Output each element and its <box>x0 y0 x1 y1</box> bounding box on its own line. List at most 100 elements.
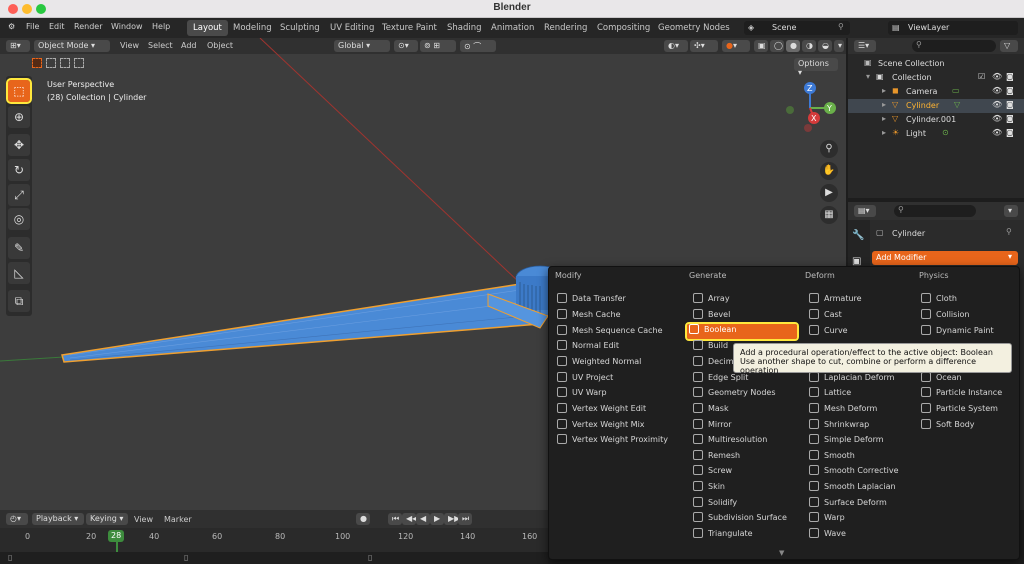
tab-geometry-nodes[interactable]: Geometry Nodes <box>652 20 736 36</box>
menu-item-mirror[interactable]: Mirror <box>693 419 732 434</box>
camera-data-icon[interactable]: ▭ <box>952 86 960 95</box>
menu-item-curve[interactable]: Curve <box>809 325 848 340</box>
play-button[interactable]: ▶ <box>430 513 444 525</box>
menu-item-vertex-weight-edit[interactable]: Vertex Weight Edit <box>557 403 646 418</box>
eye-icon[interactable]: 👁 <box>992 86 1002 95</box>
menu-item-soft-body[interactable]: Soft Body <box>921 419 975 434</box>
annotate-tool[interactable]: ✎ <box>8 237 30 259</box>
tab-sculpting[interactable]: Sculpting <box>274 20 326 36</box>
add-cube-tool[interactable]: ⧉ <box>8 290 30 312</box>
menu-file[interactable]: File <box>26 22 39 31</box>
menu-item-build[interactable]: Build <box>693 340 728 355</box>
blender-logo-icon[interactable]: ⚙ <box>8 22 15 31</box>
scroll-down-icon[interactable]: ▼ <box>779 549 784 557</box>
menu-render[interactable]: Render <box>74 22 102 31</box>
menu-item-normal-edit[interactable]: Normal Edit <box>557 340 619 355</box>
transform-tool[interactable]: ◎ <box>8 208 30 230</box>
select-box-tool[interactable]: ⬚ <box>6 78 32 104</box>
zoom-icon[interactable]: ⚲ <box>820 140 838 158</box>
outliner-filter-button[interactable]: ▽ <box>1000 40 1018 52</box>
menu-item-multiresolution[interactable]: Multiresolution <box>693 434 767 449</box>
menu-item-mesh-sequence-cache[interactable]: Mesh Sequence Cache <box>557 325 663 340</box>
tab-compositing[interactable]: Compositing <box>591 20 656 36</box>
scene-selector[interactable]: ◈ Scene ⚲ <box>744 21 850 35</box>
menu-item-mesh-cache[interactable]: Mesh Cache <box>557 309 620 324</box>
menu-item-collision[interactable]: Collision <box>921 309 970 324</box>
menu-item-particle-instance[interactable]: Particle Instance <box>921 387 1002 402</box>
menu-item-mesh-deform[interactable]: Mesh Deform <box>809 403 877 418</box>
menu-item-simple-deform[interactable]: Simple Deform <box>809 434 884 449</box>
menu-item-subdivision-surface[interactable]: Subdivision Surface <box>693 512 787 527</box>
menu-item-mask[interactable]: Mask <box>693 403 729 418</box>
menu-item-particle-system[interactable]: Particle System <box>921 403 998 418</box>
menu-item-uv-warp[interactable]: UV Warp <box>557 387 607 402</box>
menu-item-lattice[interactable]: Lattice <box>809 387 851 402</box>
menu-item-triangulate[interactable]: Triangulate <box>693 528 753 543</box>
eye-icon[interactable]: 👁 <box>992 114 1002 123</box>
outliner-item-cylinder-001[interactable]: ▸ ▽ Cylinder.001 👁 ◙ <box>848 113 1024 127</box>
tab-shading[interactable]: Shading <box>441 20 488 36</box>
playback-menu[interactable]: Playback ▾ <box>32 513 84 525</box>
expand-chevron-icon[interactable]: ▾ <box>866 72 870 81</box>
camera-view-icon[interactable]: ▶ <box>820 184 838 202</box>
tab-texture-paint[interactable]: Texture Paint <box>376 20 443 36</box>
outliner-item-camera[interactable]: ▸ ◼ Camera ▭ 👁 ◙ <box>848 85 1024 99</box>
menu-item-smooth-laplacian[interactable]: Smooth Laplacian <box>809 481 896 496</box>
outliner-item-cylinder[interactable]: ▸ ▽ Cylinder ▽ 👁 ◙ <box>848 99 1024 113</box>
menu-item-screw[interactable]: Screw <box>693 465 732 480</box>
jump-end-button[interactable]: ⏭ <box>458 513 472 525</box>
timeline-ruler[interactable]: 0 20 28 40 60 80 100 120 140 160 <box>0 530 548 544</box>
menu-item-array[interactable]: Array <box>693 293 730 308</box>
pan-hand-icon[interactable]: ✋ <box>820 162 838 180</box>
menu-item-smooth[interactable]: Smooth <box>809 450 855 465</box>
move-tool[interactable]: ✥ <box>8 134 30 156</box>
keying-menu[interactable]: Keying ▾ <box>86 513 128 525</box>
expand-chevron-icon[interactable]: ▸ <box>882 100 886 109</box>
outliner-scene-collection[interactable]: ▣ Scene Collection <box>848 57 1024 71</box>
menu-item-vertex-weight-mix[interactable]: Vertex Weight Mix <box>557 419 645 434</box>
menu-item-uv-project[interactable]: UV Project <box>557 372 613 387</box>
scale-tool[interactable]: ⤢ <box>8 184 30 206</box>
menu-item-surface-deform[interactable]: Surface Deform <box>809 497 887 512</box>
eye-icon[interactable]: 👁 <box>992 100 1002 109</box>
navigation-gizmo[interactable]: Z Y X <box>780 78 840 138</box>
eye-icon[interactable]: 👁 <box>992 72 1002 81</box>
ortho-grid-icon[interactable]: ▦ <box>820 206 838 224</box>
tab-layout[interactable]: Layout <box>187 20 228 36</box>
light-data-icon[interactable]: ⊙ <box>942 128 949 137</box>
menu-item-vertex-weight-proximity[interactable]: Vertex Weight Proximity <box>557 434 668 449</box>
pin-icon[interactable]: ⚲ <box>1006 227 1012 236</box>
camera-render-icon[interactable]: ◙ <box>1006 86 1014 95</box>
camera-render-icon[interactable]: ◙ <box>1006 114 1014 123</box>
menu-item-bevel[interactable]: Bevel <box>693 309 730 324</box>
rotate-tool[interactable]: ↻ <box>8 159 30 181</box>
outliner-collection[interactable]: ▾ ▣ Collection ☑ 👁 ◙ <box>848 71 1024 85</box>
outliner-search-input[interactable]: ⚲ <box>912 40 996 52</box>
view-layer-selector[interactable]: ▤ ViewLayer <box>888 21 1018 35</box>
menu-item-skin[interactable]: Skin <box>693 481 725 496</box>
mesh-data-icon[interactable]: ▽ <box>954 100 960 109</box>
tab-rendering[interactable]: Rendering <box>538 20 593 36</box>
timeline-menu-marker[interactable]: Marker <box>164 515 192 524</box>
menu-item-decimate[interactable]: Decim <box>693 356 734 371</box>
properties-options-button[interactable]: ▾ <box>1004 205 1018 217</box>
menu-item-weighted-normal[interactable]: Weighted Normal <box>557 356 641 371</box>
menu-item-wave[interactable]: Wave <box>809 528 846 543</box>
pin-icon[interactable]: ⚲ <box>838 22 844 31</box>
properties-search-input[interactable]: ⚲ <box>894 205 976 217</box>
prev-keyframe-button[interactable]: ◀◀ <box>402 513 418 525</box>
menu-item-armature[interactable]: Armature <box>809 293 862 308</box>
jump-start-button[interactable]: ⏮ <box>388 513 402 525</box>
tab-animation[interactable]: Animation <box>485 20 540 36</box>
play-reverse-button[interactable]: ◀ <box>416 513 430 525</box>
menu-item-smooth-corrective[interactable]: Smooth Corrective <box>809 465 899 480</box>
next-keyframe-button[interactable]: ▶▶ <box>444 513 460 525</box>
record-button[interactable]: ● <box>356 513 370 525</box>
expand-chevron-icon[interactable]: ▸ <box>882 114 886 123</box>
measure-tool[interactable]: ◺ <box>8 262 30 284</box>
timeline-menu-view[interactable]: View <box>134 515 153 524</box>
tool-settings-tab-icon[interactable]: 🔧 <box>852 230 864 241</box>
expand-chevron-icon[interactable]: ▸ <box>882 86 886 95</box>
menu-item-warp[interactable]: Warp <box>809 512 845 527</box>
menu-edit[interactable]: Edit <box>49 22 65 31</box>
